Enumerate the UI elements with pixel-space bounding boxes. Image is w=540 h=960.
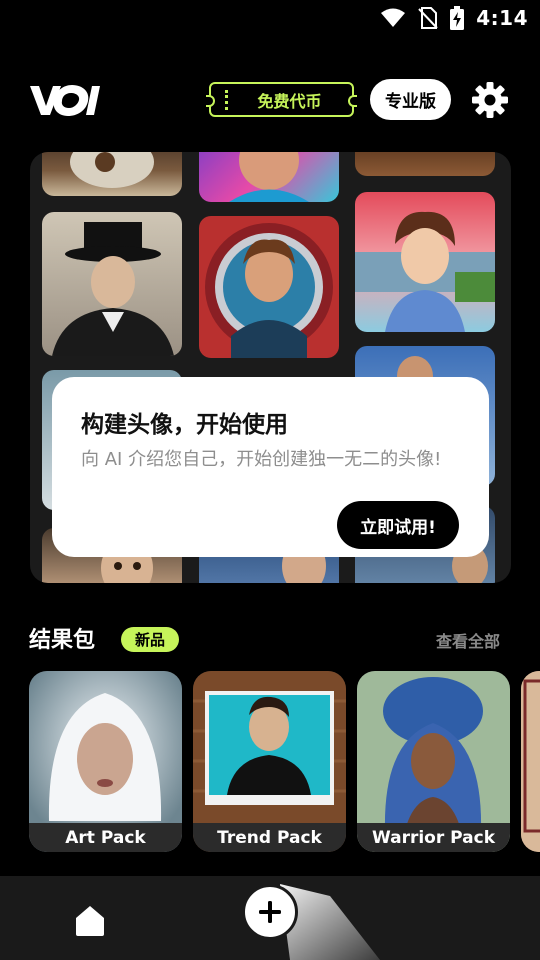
see-all-link[interactable]: 查看全部 [436, 628, 500, 652]
home-icon[interactable] [70, 900, 110, 940]
avatar-image [42, 212, 182, 356]
try-now-button[interactable]: 立即试用! [337, 501, 459, 549]
pack-card-warrior[interactable]: Warrior Pack [357, 671, 510, 852]
create-avatar-button[interactable] [242, 884, 298, 940]
bottom-navigation [0, 876, 540, 960]
ticket-perforation [225, 90, 228, 110]
pack-label: Art Pack [29, 823, 182, 852]
onboarding-description: 向 AI 介绍您自己，开始创建独一无二的头像! [81, 449, 442, 470]
new-badge: 新品 [121, 627, 179, 652]
pack-label: Trend Pack [193, 823, 346, 852]
avatar-image [199, 152, 339, 202]
pro-version-button[interactable]: 专业版 [370, 79, 451, 120]
avatar-image [42, 152, 182, 196]
no-sim-icon [418, 7, 438, 29]
battery-charging-icon [450, 6, 465, 30]
ticket-notch-left [206, 95, 215, 107]
pack-card-partial[interactable] [521, 671, 540, 852]
ticket-notch-right [348, 95, 357, 107]
free-coins-button[interactable]: 免费代币 [206, 82, 357, 117]
status-time: 4:14 [476, 6, 528, 30]
section-title: 结果包 [29, 628, 96, 653]
avatar-image [355, 152, 495, 176]
avatar-image [355, 192, 495, 332]
gear-icon[interactable] [470, 80, 510, 120]
status-bar: 4:14 [0, 0, 540, 36]
wifi-icon [381, 8, 406, 27]
pack-card-trend[interactable]: Trend Pack [193, 671, 346, 852]
plus-icon [259, 901, 281, 923]
pack-label: Warrior Pack [357, 823, 510, 852]
avatar-image [199, 216, 339, 358]
onboarding-title: 构建头像，开始使用 [81, 412, 288, 438]
app-logo [30, 85, 100, 116]
pack-thumbnail [521, 671, 540, 852]
onboarding-card: 构建头像，开始使用 向 AI 介绍您自己，开始创建独一无二的头像! 立即试用! [52, 377, 489, 557]
free-coins-label: 免费代币 [257, 91, 322, 111]
pack-card-art[interactable]: Art Pack [29, 671, 182, 852]
